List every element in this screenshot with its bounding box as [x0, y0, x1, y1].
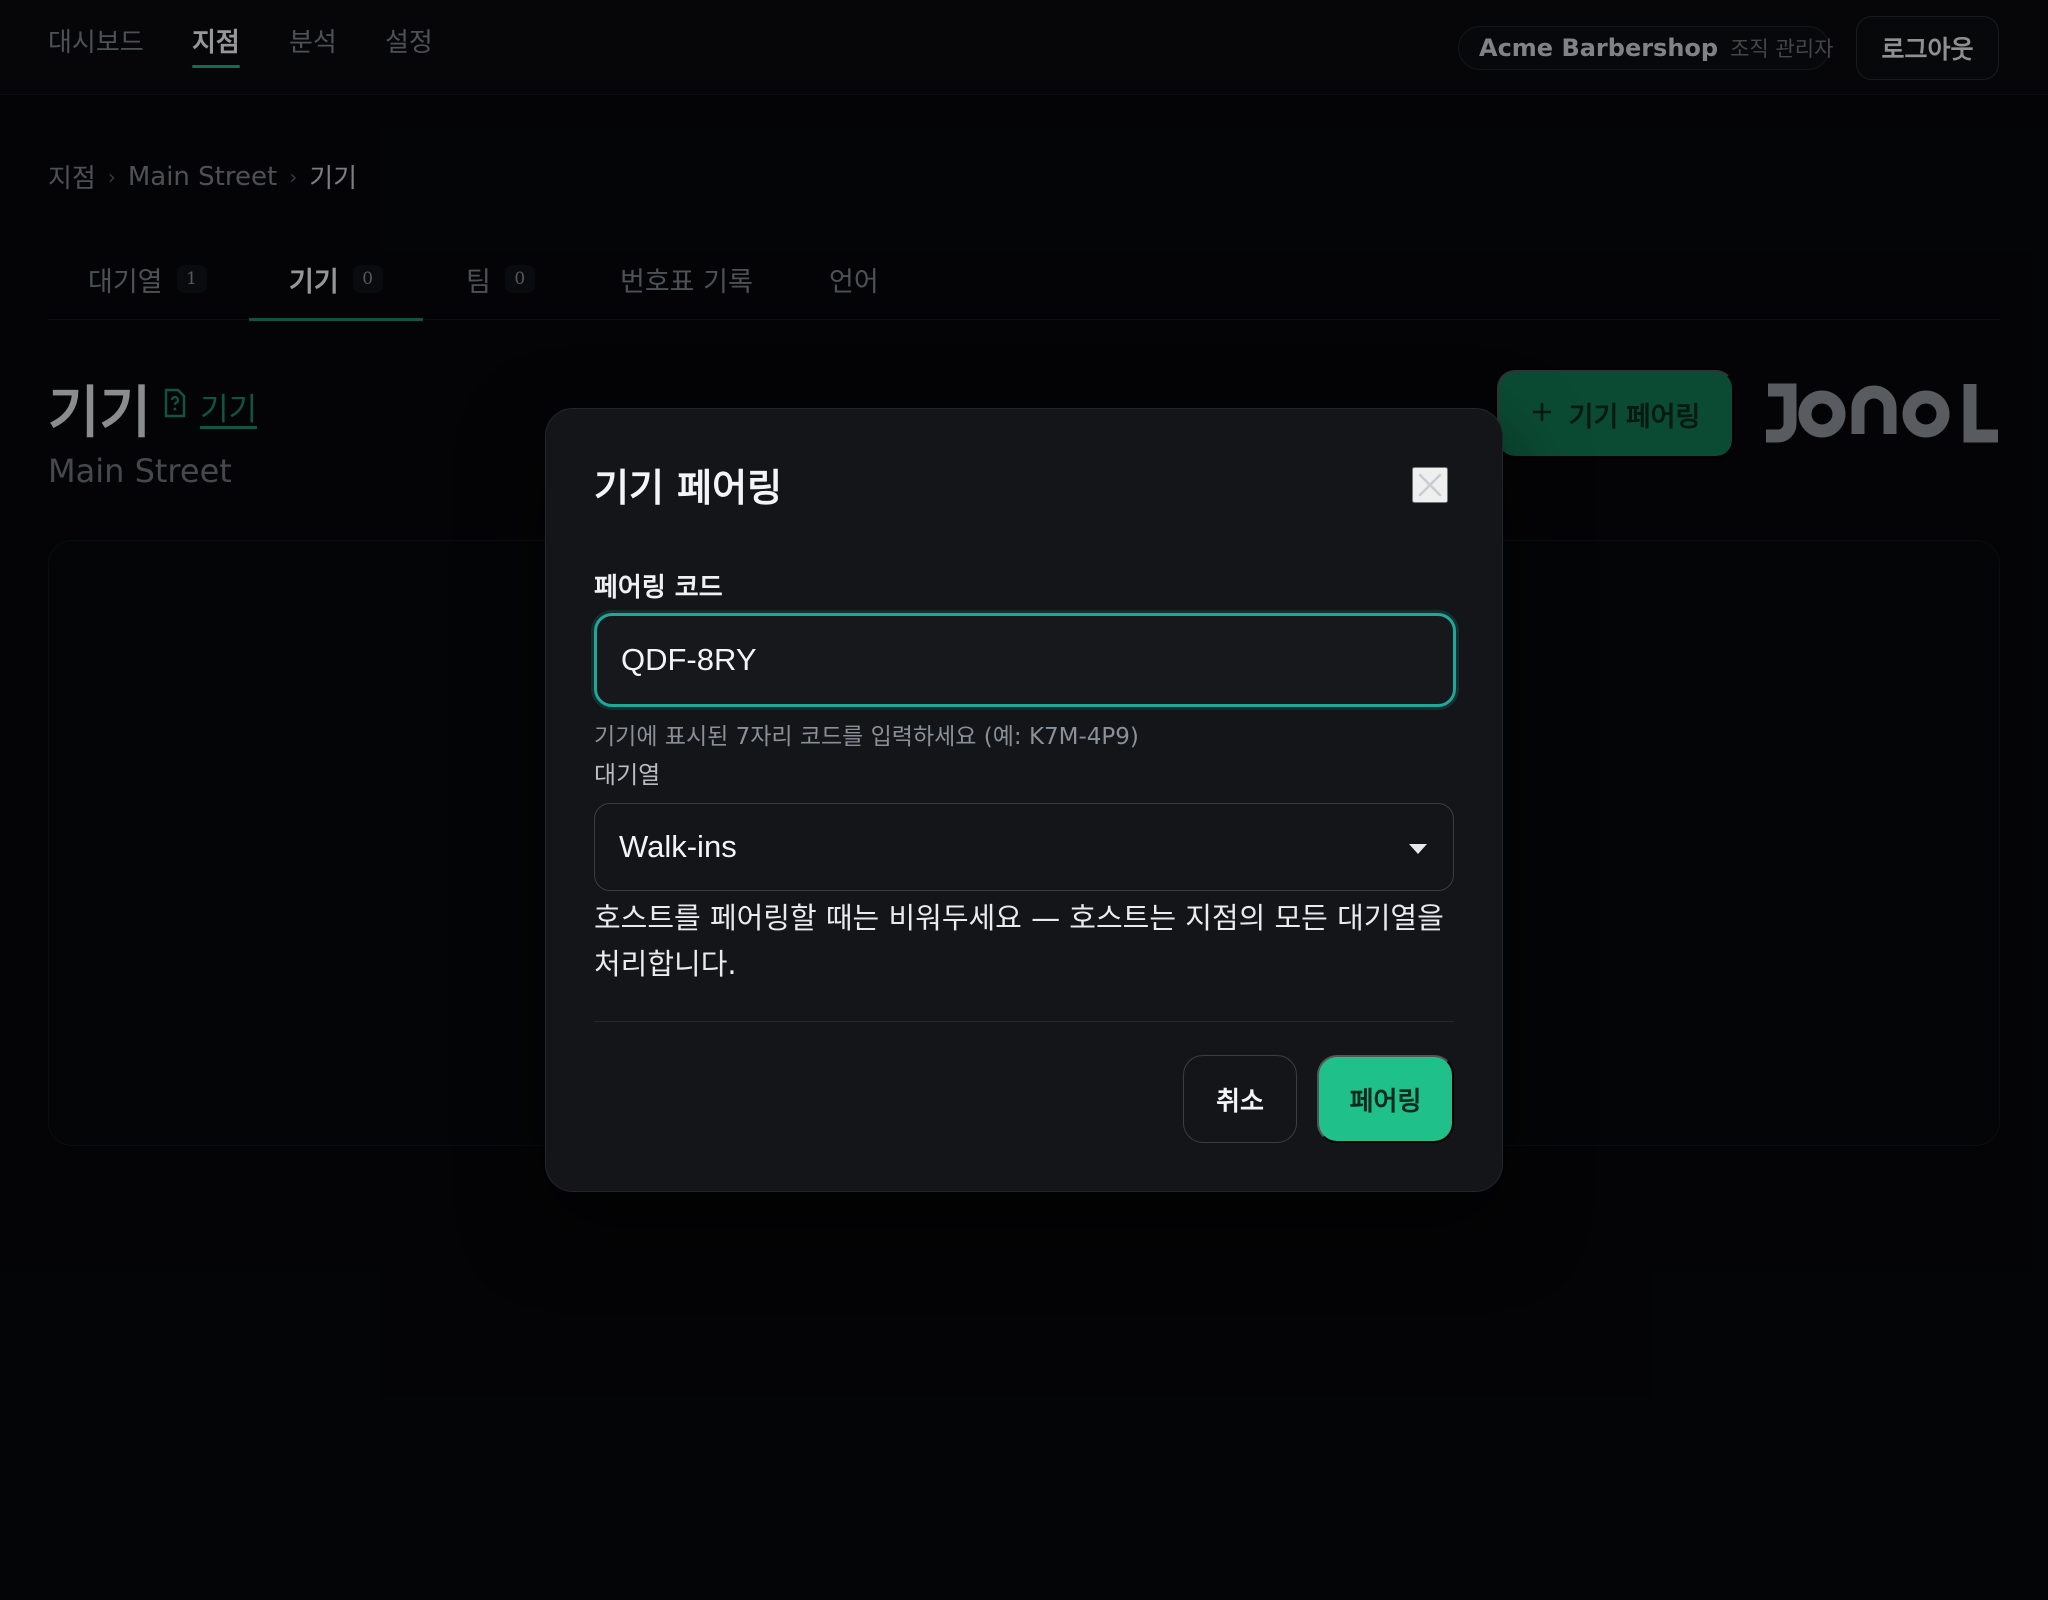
- app-root: 대시보드 지점 분석 설정 Acme Barbershop 조직 관리자 로그아…: [0, 0, 2048, 1600]
- pair-button[interactable]: 페어링: [1317, 1055, 1454, 1143]
- cancel-button[interactable]: 취소: [1183, 1055, 1297, 1143]
- pairing-code-label: 페어링 코드: [594, 573, 723, 603]
- close-icon: [1418, 473, 1442, 497]
- pair-device-dialog: 기기 페어링 페어링 코드 기기에 표시된 7자리 코드를 입력하세요 (예: …: [545, 408, 1503, 1192]
- dialog-divider: [594, 1021, 1454, 1022]
- dialog-title: 기기 페어링: [594, 466, 783, 510]
- queue-label: 대기열: [594, 761, 661, 789]
- queue-select[interactable]: Walk-ins: [594, 803, 1454, 891]
- pairing-code-input[interactable]: [594, 613, 1456, 707]
- close-button[interactable]: [1412, 467, 1448, 503]
- host-pairing-note: 호스트를 페어링할 때는 비워두세요 — 호스트는 지점의 모든 대기열을 처리…: [594, 901, 1444, 981]
- queue-select-value: Walk-ins: [619, 829, 737, 864]
- pairing-code-hint: 기기에 표시된 7자리 코드를 입력하세요 (예: K7M-4P9): [594, 724, 1139, 750]
- chevron-down-icon: [1409, 844, 1427, 854]
